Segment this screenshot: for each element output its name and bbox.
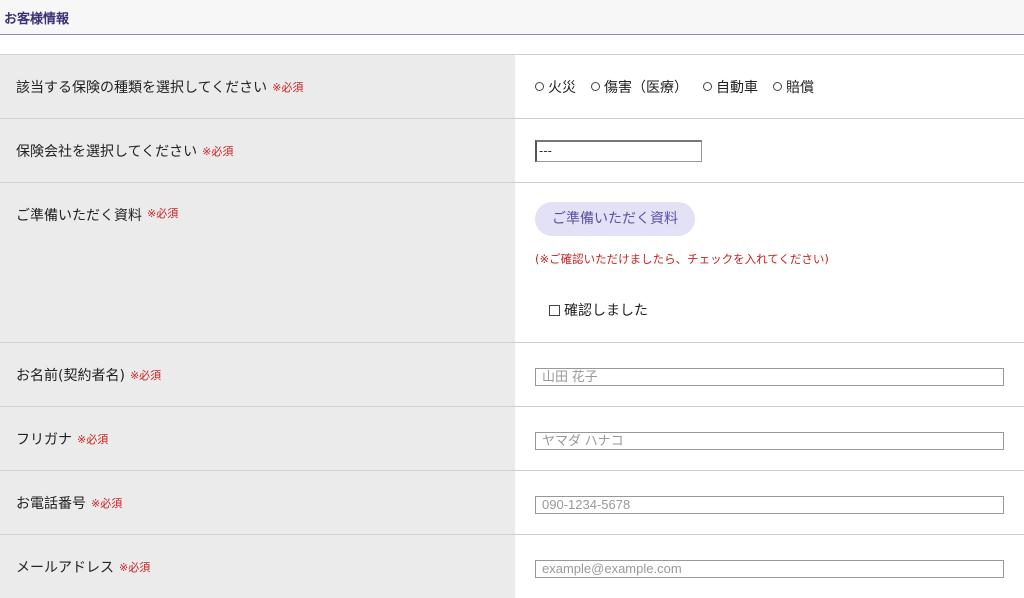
name-label-cell: お名前(契約者名) ※必須 (0, 343, 515, 406)
section-title: お客様情報 (4, 11, 70, 27)
documents-label: ご準備いただく資料 (16, 208, 142, 224)
email-label: メールアドレス (16, 559, 114, 576)
required-mark: ※必須 (91, 496, 123, 510)
email-input[interactable] (535, 559, 1004, 578)
radio-auto-label: 自動車 (716, 79, 758, 96)
insurance-type-value-cell: 火災 傷害（医療） 自動車 賠償 (515, 55, 1024, 118)
radio-circle-icon[interactable] (703, 82, 712, 91)
insurance-type-radio-group: 火災 傷害（医療） 自動車 賠償 (535, 77, 829, 97)
phone-row: お電話番号 ※必須 (0, 471, 1024, 535)
documents-value-cell: ご準備いただく資料 (※ご確認いただけましたら、チェックを入れてください) 確認… (515, 183, 1024, 342)
documents-row: ご準備いただく資料 ※必須 ご準備いただく資料 (※ご確認いただけましたら、チェ… (0, 183, 1024, 343)
email-label-cell: メールアドレス ※必須 (0, 535, 515, 598)
phone-input[interactable] (535, 495, 1004, 514)
required-mark: ※必須 (77, 432, 109, 446)
name-label: お名前(契約者名) (16, 367, 125, 384)
radio-circle-icon[interactable] (773, 82, 782, 91)
name-input[interactable] (535, 367, 1004, 386)
insurance-type-label: 該当する保険の種類を選択してください (16, 79, 268, 96)
radio-circle-icon[interactable] (591, 82, 600, 91)
kana-input[interactable] (535, 431, 1004, 450)
phone-value-cell (515, 471, 1024, 534)
documents-note: (※ご確認いただけましたら、チェックを入れてください) (535, 252, 829, 266)
radio-liability-label: 賠償 (786, 79, 814, 96)
name-row: お名前(契約者名) ※必須 (0, 343, 1024, 407)
radio-injury-label: 傷害（医療） (604, 79, 688, 96)
required-mark: ※必須 (129, 368, 162, 382)
radio-auto[interactable]: 自動車 (703, 77, 758, 97)
confirm-checkbox-label: 確認しました (564, 303, 648, 319)
radio-liability[interactable]: 賠償 (773, 77, 814, 97)
company-value-cell: --- (515, 119, 1024, 182)
company-label: 保険会社を選択してください (16, 143, 198, 160)
section-header: お客様情報 (0, 0, 1024, 35)
checkbox-icon[interactable] (549, 304, 560, 316)
email-value-cell (515, 535, 1024, 598)
required-mark: ※必須 (119, 560, 151, 574)
company-label-cell: 保険会社を選択してください ※必須 (0, 119, 515, 182)
customer-form: 該当する保険の種類を選択してください ※必須 火災 傷害（医療） 自動車 賠償 … (0, 54, 1024, 598)
radio-circle-icon[interactable] (535, 82, 544, 91)
insurance-type-label-cell: 該当する保険の種類を選択してください ※必須 (0, 55, 515, 118)
phone-label-cell: お電話番号 ※必須 (0, 471, 515, 534)
radio-fire-label: 火災 (548, 79, 576, 96)
required-mark: ※必須 (202, 144, 234, 158)
documents-button[interactable]: ご準備いただく資料 (535, 202, 695, 236)
phone-label: お電話番号 (16, 495, 86, 512)
company-row: 保険会社を選択してください ※必須 --- (0, 119, 1024, 183)
required-mark: ※必須 (272, 80, 304, 94)
kana-label-cell: フリガナ ※必須 (0, 407, 515, 470)
email-row: メールアドレス ※必須 (0, 535, 1024, 598)
kana-row: フリガナ ※必須 (0, 407, 1024, 471)
documents-label-cell: ご準備いただく資料 ※必須 (0, 183, 515, 342)
kana-label: フリガナ (16, 431, 72, 448)
insurance-type-row: 該当する保険の種類を選択してください ※必須 火災 傷害（医療） 自動車 賠償 (0, 55, 1024, 119)
radio-injury[interactable]: 傷害（医療） (591, 77, 688, 97)
radio-fire[interactable]: 火災 (535, 77, 576, 97)
name-value-cell (515, 343, 1024, 406)
required-mark: ※必須 (147, 207, 179, 220)
kana-value-cell (515, 407, 1024, 470)
company-select[interactable]: --- (535, 139, 702, 162)
confirm-checkbox[interactable]: 確認しました (549, 300, 648, 320)
